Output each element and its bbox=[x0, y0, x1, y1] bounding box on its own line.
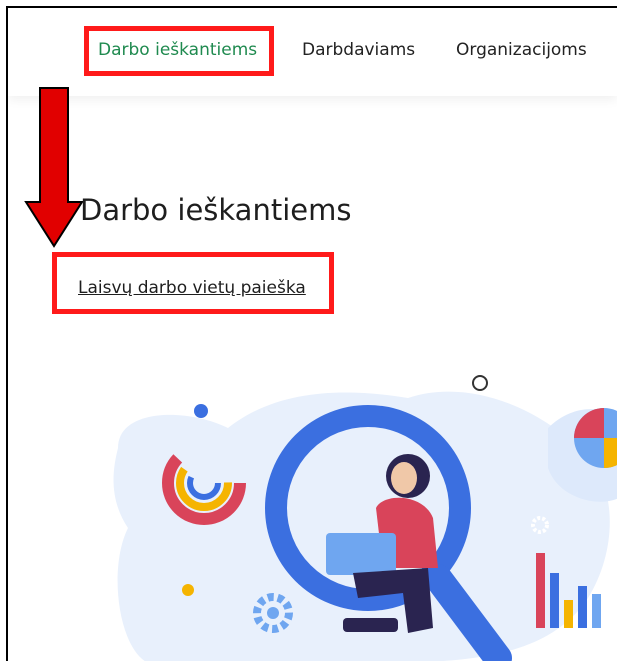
nav-item-job-seekers[interactable]: Darbo ieškantiems bbox=[98, 40, 257, 60]
page-title: Darbo ieškantiems bbox=[80, 193, 352, 227]
vacancy-search-link[interactable]: Laisvų darbo vietų paieška bbox=[78, 278, 306, 298]
browser-viewport: Darbo ieškantiems Darbdaviams Organizaci… bbox=[6, 6, 617, 661]
arrow-down-icon bbox=[24, 87, 84, 248]
top-navigation: Darbo ieškantiems Darbdaviams Organizaci… bbox=[8, 8, 617, 96]
nav-item-organizations[interactable]: Organizacijoms bbox=[456, 40, 587, 60]
nav-item-employers[interactable]: Darbdaviams bbox=[302, 40, 415, 60]
job-search-illustration bbox=[113, 375, 617, 661]
